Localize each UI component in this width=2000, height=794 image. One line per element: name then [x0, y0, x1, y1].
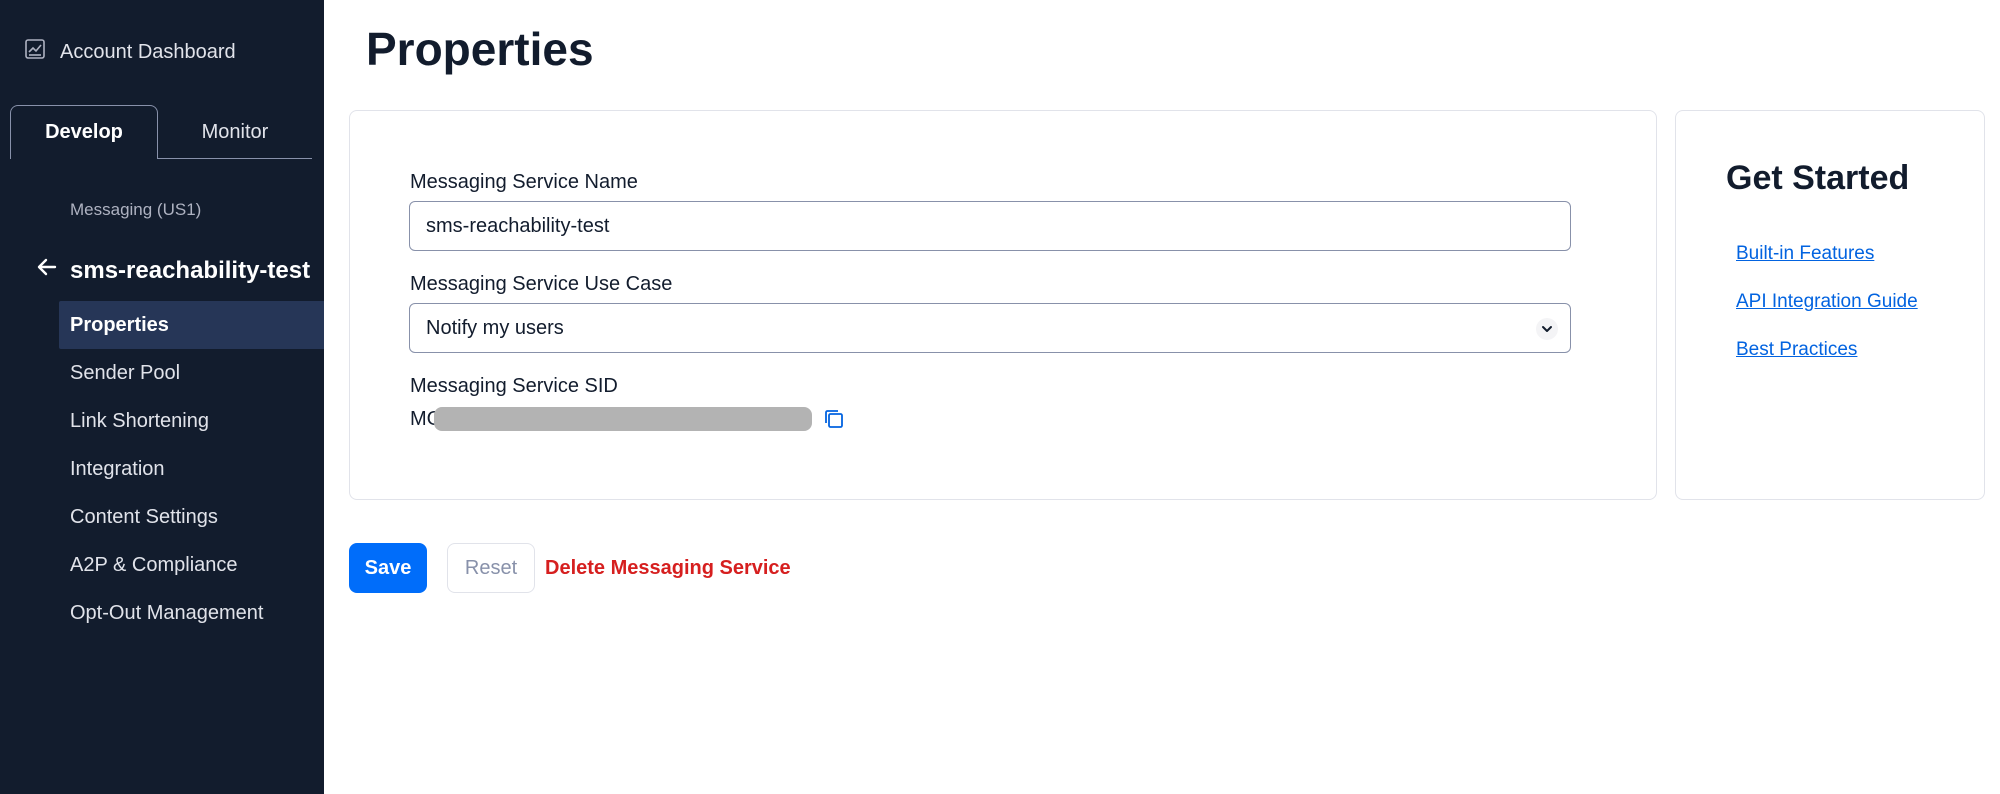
account-dashboard-label: Account Dashboard — [60, 40, 236, 63]
service-name: sms-reachability-test — [70, 256, 311, 284]
sidebar-item-integration[interactable]: Integration — [59, 445, 324, 493]
form-actions: Save Reset Delete Messaging Service — [349, 543, 791, 593]
get-started-card: Get Started Built-in Features API Integr… — [1675, 110, 1985, 500]
get-started-title: Get Started — [1726, 159, 1910, 197]
service-name-input[interactable]: sms-reachability-test — [409, 201, 1571, 251]
link-best-practices[interactable]: Best Practices — [1736, 339, 1857, 361]
service-back-link[interactable]: sms-reachability-test — [34, 254, 310, 287]
properties-card: Messaging Service Name sms-reachability-… — [349, 110, 1657, 500]
chart-icon — [24, 38, 46, 66]
use-case-select[interactable]: Notify my users — [409, 303, 1571, 353]
reset-button[interactable]: Reset — [447, 543, 535, 593]
page-title: Properties — [366, 23, 594, 75]
sidebar-item-opt-out-management[interactable]: Opt-Out Management — [59, 589, 324, 637]
sid-redacted — [434, 407, 813, 431]
sidebar-item-sender-pool[interactable]: Sender Pool — [59, 349, 324, 397]
save-button[interactable]: Save — [349, 543, 427, 593]
use-case-label: Messaging Service Use Case — [410, 273, 673, 295]
use-case-value: Notify my users — [426, 316, 564, 339]
sidebar-tabs: Develop Monitor — [10, 105, 312, 159]
account-dashboard-link[interactable]: Account Dashboard — [24, 38, 236, 66]
sidebar-item-properties[interactable]: Properties — [59, 301, 324, 349]
tab-develop[interactable]: Develop — [10, 105, 158, 159]
copy-icon[interactable] — [822, 407, 846, 431]
service-name-value: sms-reachability-test — [426, 214, 610, 237]
sidebar-item-content-settings[interactable]: Content Settings — [59, 493, 324, 541]
breadcrumb[interactable]: Messaging (US1) — [70, 200, 201, 220]
sidebar-item-link-shortening[interactable]: Link Shortening — [59, 397, 324, 445]
arrow-left-icon — [34, 254, 60, 287]
link-api-integration-guide[interactable]: API Integration Guide — [1736, 291, 1918, 313]
link-built-in-features[interactable]: Built-in Features — [1736, 243, 1874, 265]
delete-service-button[interactable]: Delete Messaging Service — [545, 557, 791, 580]
sidebar-nav: Properties Sender Pool Link Shortening I… — [59, 301, 324, 637]
sid-label: Messaging Service SID — [410, 375, 618, 397]
service-name-label: Messaging Service Name — [410, 171, 638, 193]
tab-monitor[interactable]: Monitor — [158, 105, 312, 159]
sidebar-item-a2p-compliance[interactable]: A2P & Compliance — [59, 541, 324, 589]
chevron-down-icon — [1536, 318, 1558, 340]
sidebar: Account Dashboard Develop Monitor Messag… — [0, 0, 324, 794]
sid-value: MG — [410, 407, 846, 431]
